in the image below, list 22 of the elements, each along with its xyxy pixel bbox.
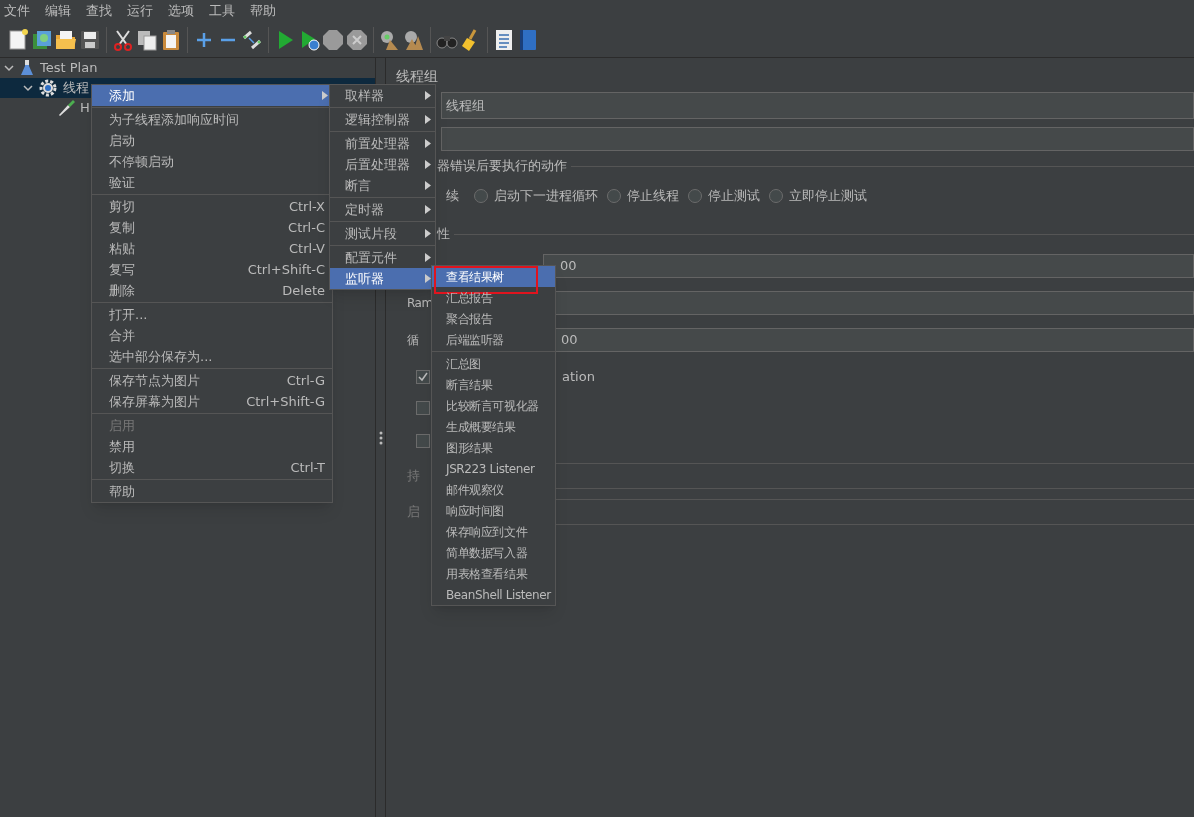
- shortcut-text: Ctrl-V: [289, 239, 326, 258]
- checkbox-label: ation: [562, 368, 595, 387]
- radio-label: 停止线程: [627, 187, 679, 206]
- section-title: 器错误后要执行的动作: [437, 157, 567, 176]
- tree-label: H: [80, 99, 90, 118]
- radio-label: 停止测试: [708, 187, 760, 206]
- panel-title: 线程组: [395, 67, 439, 86]
- radio-label: 启动下一进程循环: [494, 187, 598, 206]
- field-label: 持: [407, 467, 420, 486]
- tree-label: 线程: [63, 79, 89, 98]
- shortcut-text: Ctrl-C: [288, 218, 326, 237]
- shortcut-text: Ctrl-G: [286, 371, 326, 390]
- radio-label: 立即停止测试: [789, 187, 867, 206]
- shortcut-text: Delete: [282, 281, 326, 300]
- shortcut-text: Ctrl+Shift-C: [247, 260, 326, 279]
- field-label: 循: [407, 332, 419, 349]
- section-title: 性: [437, 225, 450, 244]
- shortcut-text: Ctrl+Shift-G: [246, 392, 326, 411]
- radio-label: 续: [446, 187, 459, 206]
- tree-label: Test Plan: [40, 59, 98, 78]
- shortcut-text: Ctrl-X: [288, 197, 326, 216]
- shortcut-text: Ctrl-T: [290, 458, 326, 477]
